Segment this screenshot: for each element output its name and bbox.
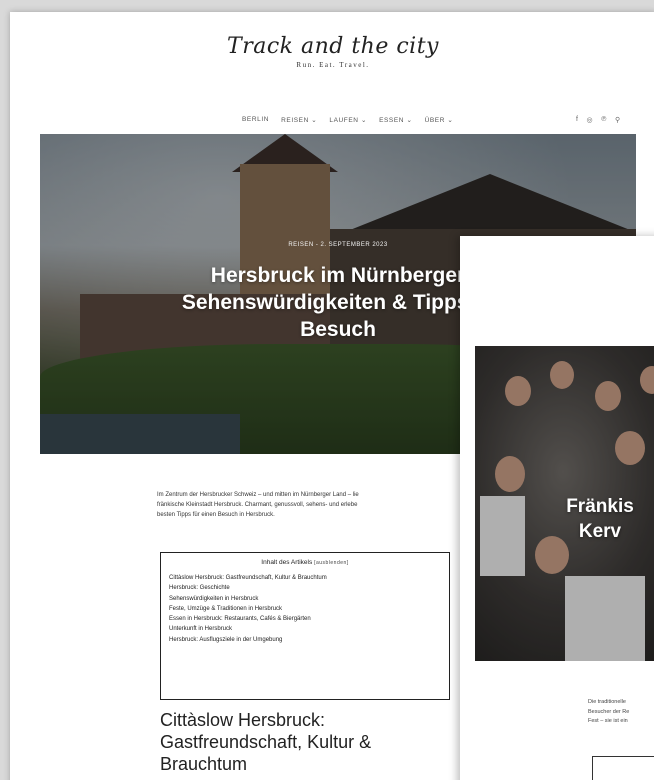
toc-item[interactable]: Hersbruck: Geschichte: [169, 583, 441, 593]
toc-item[interactable]: Essen in Hersbruck: Restaurants, Cafés &…: [169, 614, 441, 624]
nav-links: BERLIN REISEN ⌄ LAUFEN ⌄ ESSEN ⌄ ÜBER ⌄: [242, 116, 453, 124]
instagram-icon[interactable]: ◎: [587, 116, 594, 124]
toc-item[interactable]: Cittàslow Hersbruck: Gastfreundschaft, K…: [169, 573, 441, 583]
front-text-line: Fest – sie ist ein: [588, 718, 628, 724]
nav-item-ueber[interactable]: ÜBER ⌄: [425, 116, 454, 124]
toc-item[interactable]: Hersbruck: Ausflugsziele in der Umgebung: [169, 635, 441, 645]
search-icon[interactable]: ⚲: [615, 116, 621, 124]
logo-script: Track and the city: [227, 34, 439, 59]
nav-item-laufen[interactable]: LAUFEN ⌄: [329, 116, 367, 124]
toc-heading: Inhalt des Artikels [ausblenden]: [169, 559, 441, 566]
intro-line: fränkische Kleinstadt Hersbruck. Charman…: [157, 502, 358, 508]
nav-item-reisen[interactable]: REISEN ⌄: [281, 116, 317, 124]
article-intro: Im Zentrum der Hersbrucker Schweiz – und…: [157, 490, 457, 520]
site-logo[interactable]: Track and the city Run. Eat. Travel.: [10, 34, 654, 69]
facebook-icon[interactable]: f: [576, 116, 579, 124]
intro-line: besten Tipps für einen Besuch in Hersbru…: [157, 512, 275, 518]
social-links: f ◎ ℗ ⚲: [576, 116, 621, 124]
nav-item-berlin[interactable]: BERLIN: [242, 116, 269, 124]
pinterest-icon[interactable]: ℗: [601, 116, 607, 124]
toc-item[interactable]: Feste, Umzüge & Traditionen in Hersbruck: [169, 604, 441, 614]
section-heading-line: Gastfreundschaft, Kultur &: [160, 732, 372, 752]
section-heading: Cittàslow Hersbruck: Gastfreundschaft, K…: [160, 709, 460, 775]
front-toc-box: [592, 756, 654, 780]
front-title-line: Kerv: [578, 521, 622, 542]
front-text-line: Die traditionelle: [588, 699, 626, 705]
blog-window-front: Fränkis Kerv Die traditionelle Besucher …: [460, 236, 654, 780]
toc-item[interactable]: Unterkunft in Hersbruck: [169, 624, 441, 634]
table-of-contents: Inhalt des Artikels [ausblenden] Cittàsl…: [160, 552, 450, 700]
section-heading-line: Brauchtum: [160, 754, 248, 774]
toc-item[interactable]: Sehenswürdigkeiten in Hersbruck: [169, 594, 441, 604]
nav-item-essen[interactable]: ESSEN ⌄: [379, 116, 413, 124]
main-nav: BERLIN REISEN ⌄ LAUFEN ⌄ ESSEN ⌄ ÜBER ⌄ …: [10, 116, 654, 130]
front-title-line: Fränkis: [566, 496, 634, 517]
kerwa-photo: Fränkis Kerv: [475, 346, 654, 661]
toc-title: Inhalt des Artikels: [261, 559, 313, 566]
logo-tagline: Run. Eat. Travel.: [296, 61, 370, 69]
front-article-title: Fränkis Kerv: [475, 494, 654, 544]
front-article-text: Die traditionelle Besucher der Re Fest –…: [588, 698, 654, 727]
front-text-line: Besucher der Re: [588, 708, 630, 715]
intro-line: Im Zentrum der Hersbrucker Schweiz – und…: [157, 492, 359, 498]
section-heading-line: Cittàslow Hersbruck:: [160, 710, 326, 730]
toc-toggle[interactable]: [ausblenden]: [314, 560, 349, 566]
